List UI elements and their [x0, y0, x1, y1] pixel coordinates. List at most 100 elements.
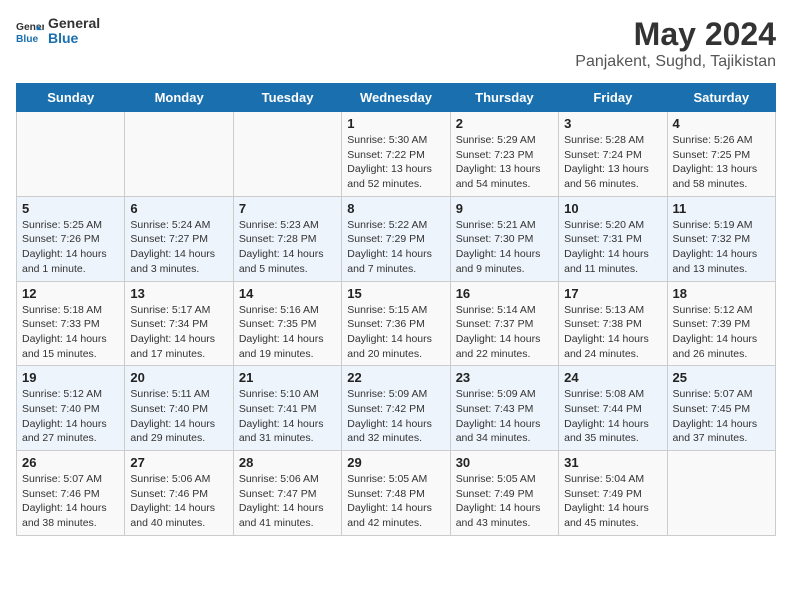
weekday-header-wednesday: Wednesday — [342, 84, 450, 112]
calendar-cell: 10 Sunrise: 5:20 AMSunset: 7:31 PMDayligh… — [559, 196, 667, 281]
day-number: 19 — [22, 370, 119, 385]
day-number: 10 — [564, 201, 661, 216]
calendar-table: SundayMondayTuesdayWednesdayThursdayFrid… — [16, 83, 776, 536]
day-number: 1 — [347, 116, 444, 131]
weekday-header-sunday: Sunday — [17, 84, 125, 112]
day-detail: Sunrise: 5:30 AMSunset: 7:22 PMDaylight:… — [347, 133, 444, 192]
logo-line2: Blue — [48, 31, 100, 46]
day-detail: Sunrise: 5:09 AMSunset: 7:43 PMDaylight:… — [456, 387, 553, 446]
day-detail: Sunrise: 5:21 AMSunset: 7:30 PMDaylight:… — [456, 218, 553, 277]
calendar-cell: 24 Sunrise: 5:08 AMSunset: 7:44 PMDayligh… — [559, 366, 667, 451]
day-number: 31 — [564, 455, 661, 470]
weekday-header-row: SundayMondayTuesdayWednesdayThursdayFrid… — [17, 84, 776, 112]
day-detail: Sunrise: 5:08 AMSunset: 7:44 PMDaylight:… — [564, 387, 661, 446]
calendar-cell — [17, 112, 125, 197]
calendar-cell: 1 Sunrise: 5:30 AMSunset: 7:22 PMDaylight… — [342, 112, 450, 197]
calendar-cell — [667, 451, 775, 536]
svg-text:Blue: Blue — [16, 35, 39, 46]
day-number: 16 — [456, 286, 553, 301]
day-detail: Sunrise: 5:16 AMSunset: 7:35 PMDaylight:… — [239, 303, 336, 362]
day-number: 30 — [456, 455, 553, 470]
calendar-cell: 29 Sunrise: 5:05 AMSunset: 7:48 PMDayligh… — [342, 451, 450, 536]
subtitle: Panjakent, Sughd, Tajikistan — [575, 53, 776, 71]
calendar-cell: 13 Sunrise: 5:17 AMSunset: 7:34 PMDayligh… — [125, 281, 233, 366]
week-row-4: 19 Sunrise: 5:12 AMSunset: 7:40 PMDayligh… — [17, 366, 776, 451]
day-number: 14 — [239, 286, 336, 301]
main-title: May 2024 — [575, 16, 776, 53]
day-detail: Sunrise: 5:06 AMSunset: 7:47 PMDaylight:… — [239, 472, 336, 531]
day-detail: Sunrise: 5:06 AMSunset: 7:46 PMDaylight:… — [130, 472, 227, 531]
day-detail: Sunrise: 5:22 AMSunset: 7:29 PMDaylight:… — [347, 218, 444, 277]
day-number: 5 — [22, 201, 119, 216]
calendar-cell — [125, 112, 233, 197]
calendar-cell: 26 Sunrise: 5:07 AMSunset: 7:46 PMDayligh… — [17, 451, 125, 536]
day-number: 29 — [347, 455, 444, 470]
calendar-cell: 16 Sunrise: 5:14 AMSunset: 7:37 PMDayligh… — [450, 281, 558, 366]
day-detail: Sunrise: 5:20 AMSunset: 7:31 PMDaylight:… — [564, 218, 661, 277]
day-number: 26 — [22, 455, 119, 470]
day-detail: Sunrise: 5:24 AMSunset: 7:27 PMDaylight:… — [130, 218, 227, 277]
day-number: 18 — [673, 286, 770, 301]
day-detail: Sunrise: 5:17 AMSunset: 7:34 PMDaylight:… — [130, 303, 227, 362]
day-detail: Sunrise: 5:05 AMSunset: 7:48 PMDaylight:… — [347, 472, 444, 531]
day-detail: Sunrise: 5:07 AMSunset: 7:45 PMDaylight:… — [673, 387, 770, 446]
logo-line1: General — [48, 16, 100, 31]
calendar-cell: 23Sunrise: 5:09 AMSunset: 7:43 PMDayligh… — [450, 366, 558, 451]
logo-icon: General Blue — [16, 17, 44, 45]
day-detail: Sunrise: 5:25 AMSunset: 7:26 PMDaylight:… — [22, 218, 119, 277]
logo: General Blue General Blue — [16, 16, 100, 47]
day-number: 8 — [347, 201, 444, 216]
calendar-cell: 6 Sunrise: 5:24 AMSunset: 7:27 PMDaylight… — [125, 196, 233, 281]
calendar-cell: 28 Sunrise: 5:06 AMSunset: 7:47 PMDayligh… — [233, 451, 341, 536]
day-number: 4 — [673, 116, 770, 131]
calendar-cell: 8 Sunrise: 5:22 AMSunset: 7:29 PMDaylight… — [342, 196, 450, 281]
day-detail: Sunrise: 5:13 AMSunset: 7:38 PMDaylight:… — [564, 303, 661, 362]
day-detail: Sunrise: 5:28 AMSunset: 7:24 PMDaylight:… — [564, 133, 661, 192]
calendar-cell: 19 Sunrise: 5:12 AMSunset: 7:40 PMDayligh… — [17, 366, 125, 451]
day-number: 27 — [130, 455, 227, 470]
calendar-cell: 4 Sunrise: 5:26 AMSunset: 7:25 PMDaylight… — [667, 112, 775, 197]
weekday-header-tuesday: Tuesday — [233, 84, 341, 112]
calendar-cell: 17 Sunrise: 5:13 AMSunset: 7:38 PMDayligh… — [559, 281, 667, 366]
weekday-header-saturday: Saturday — [667, 84, 775, 112]
calendar-cell: 18 Sunrise: 5:12 AMSunset: 7:39 PMDayligh… — [667, 281, 775, 366]
week-row-3: 12 Sunrise: 5:18 AMSunset: 7:33 PMDayligh… — [17, 281, 776, 366]
calendar-body: 1 Sunrise: 5:30 AMSunset: 7:22 PMDaylight… — [17, 112, 776, 536]
weekday-header-friday: Friday — [559, 84, 667, 112]
day-number: 13 — [130, 286, 227, 301]
day-number: 15 — [347, 286, 444, 301]
day-number: 7 — [239, 201, 336, 216]
day-number: 12 — [22, 286, 119, 301]
day-number: 24 — [564, 370, 661, 385]
day-detail: Sunrise: 5:19 AMSunset: 7:32 PMDaylight:… — [673, 218, 770, 277]
day-number: 28 — [239, 455, 336, 470]
calendar-cell: 11 Sunrise: 5:19 AMSunset: 7:32 PMDayligh… — [667, 196, 775, 281]
day-detail: Sunrise: 5:26 AMSunset: 7:25 PMDaylight:… — [673, 133, 770, 192]
day-detail: Sunrise: 5:14 AMSunset: 7:37 PMDaylight:… — [456, 303, 553, 362]
day-detail: Sunrise: 5:29 AMSunset: 7:23 PMDaylight:… — [456, 133, 553, 192]
day-detail: Sunrise: 5:10 AMSunset: 7:41 PMDaylight:… — [239, 387, 336, 446]
day-number: 25 — [673, 370, 770, 385]
day-number: 9 — [456, 201, 553, 216]
week-row-2: 5 Sunrise: 5:25 AMSunset: 7:26 PMDaylight… — [17, 196, 776, 281]
header: General Blue General Blue May 2024 Panja… — [16, 16, 776, 71]
day-detail: Sunrise: 5:18 AMSunset: 7:33 PMDaylight:… — [22, 303, 119, 362]
calendar-cell: 25 Sunrise: 5:07 AMSunset: 7:45 PMDayligh… — [667, 366, 775, 451]
calendar-cell: 30Sunrise: 5:05 AMSunset: 7:49 PMDayligh… — [450, 451, 558, 536]
day-number: 11 — [673, 201, 770, 216]
day-number: 6 — [130, 201, 227, 216]
day-detail: Sunrise: 5:12 AMSunset: 7:39 PMDaylight:… — [673, 303, 770, 362]
day-detail: Sunrise: 5:07 AMSunset: 7:46 PMDaylight:… — [22, 472, 119, 531]
calendar-cell: 7Sunrise: 5:23 AMSunset: 7:28 PMDaylight… — [233, 196, 341, 281]
day-detail: Sunrise: 5:15 AMSunset: 7:36 PMDaylight:… — [347, 303, 444, 362]
calendar-cell — [233, 112, 341, 197]
calendar-cell: 21Sunrise: 5:10 AMSunset: 7:41 PMDayligh… — [233, 366, 341, 451]
calendar-cell: 2Sunrise: 5:29 AMSunset: 7:23 PMDaylight… — [450, 112, 558, 197]
day-number: 3 — [564, 116, 661, 131]
calendar-cell: 14 Sunrise: 5:16 AMSunset: 7:35 PMDayligh… — [233, 281, 341, 366]
day-detail: Sunrise: 5:12 AMSunset: 7:40 PMDaylight:… — [22, 387, 119, 446]
day-number: 17 — [564, 286, 661, 301]
day-detail: Sunrise: 5:09 AMSunset: 7:42 PMDaylight:… — [347, 387, 444, 446]
calendar-cell: 20Sunrise: 5:11 AMSunset: 7:40 PMDayligh… — [125, 366, 233, 451]
calendar-cell: 3 Sunrise: 5:28 AMSunset: 7:24 PMDaylight… — [559, 112, 667, 197]
